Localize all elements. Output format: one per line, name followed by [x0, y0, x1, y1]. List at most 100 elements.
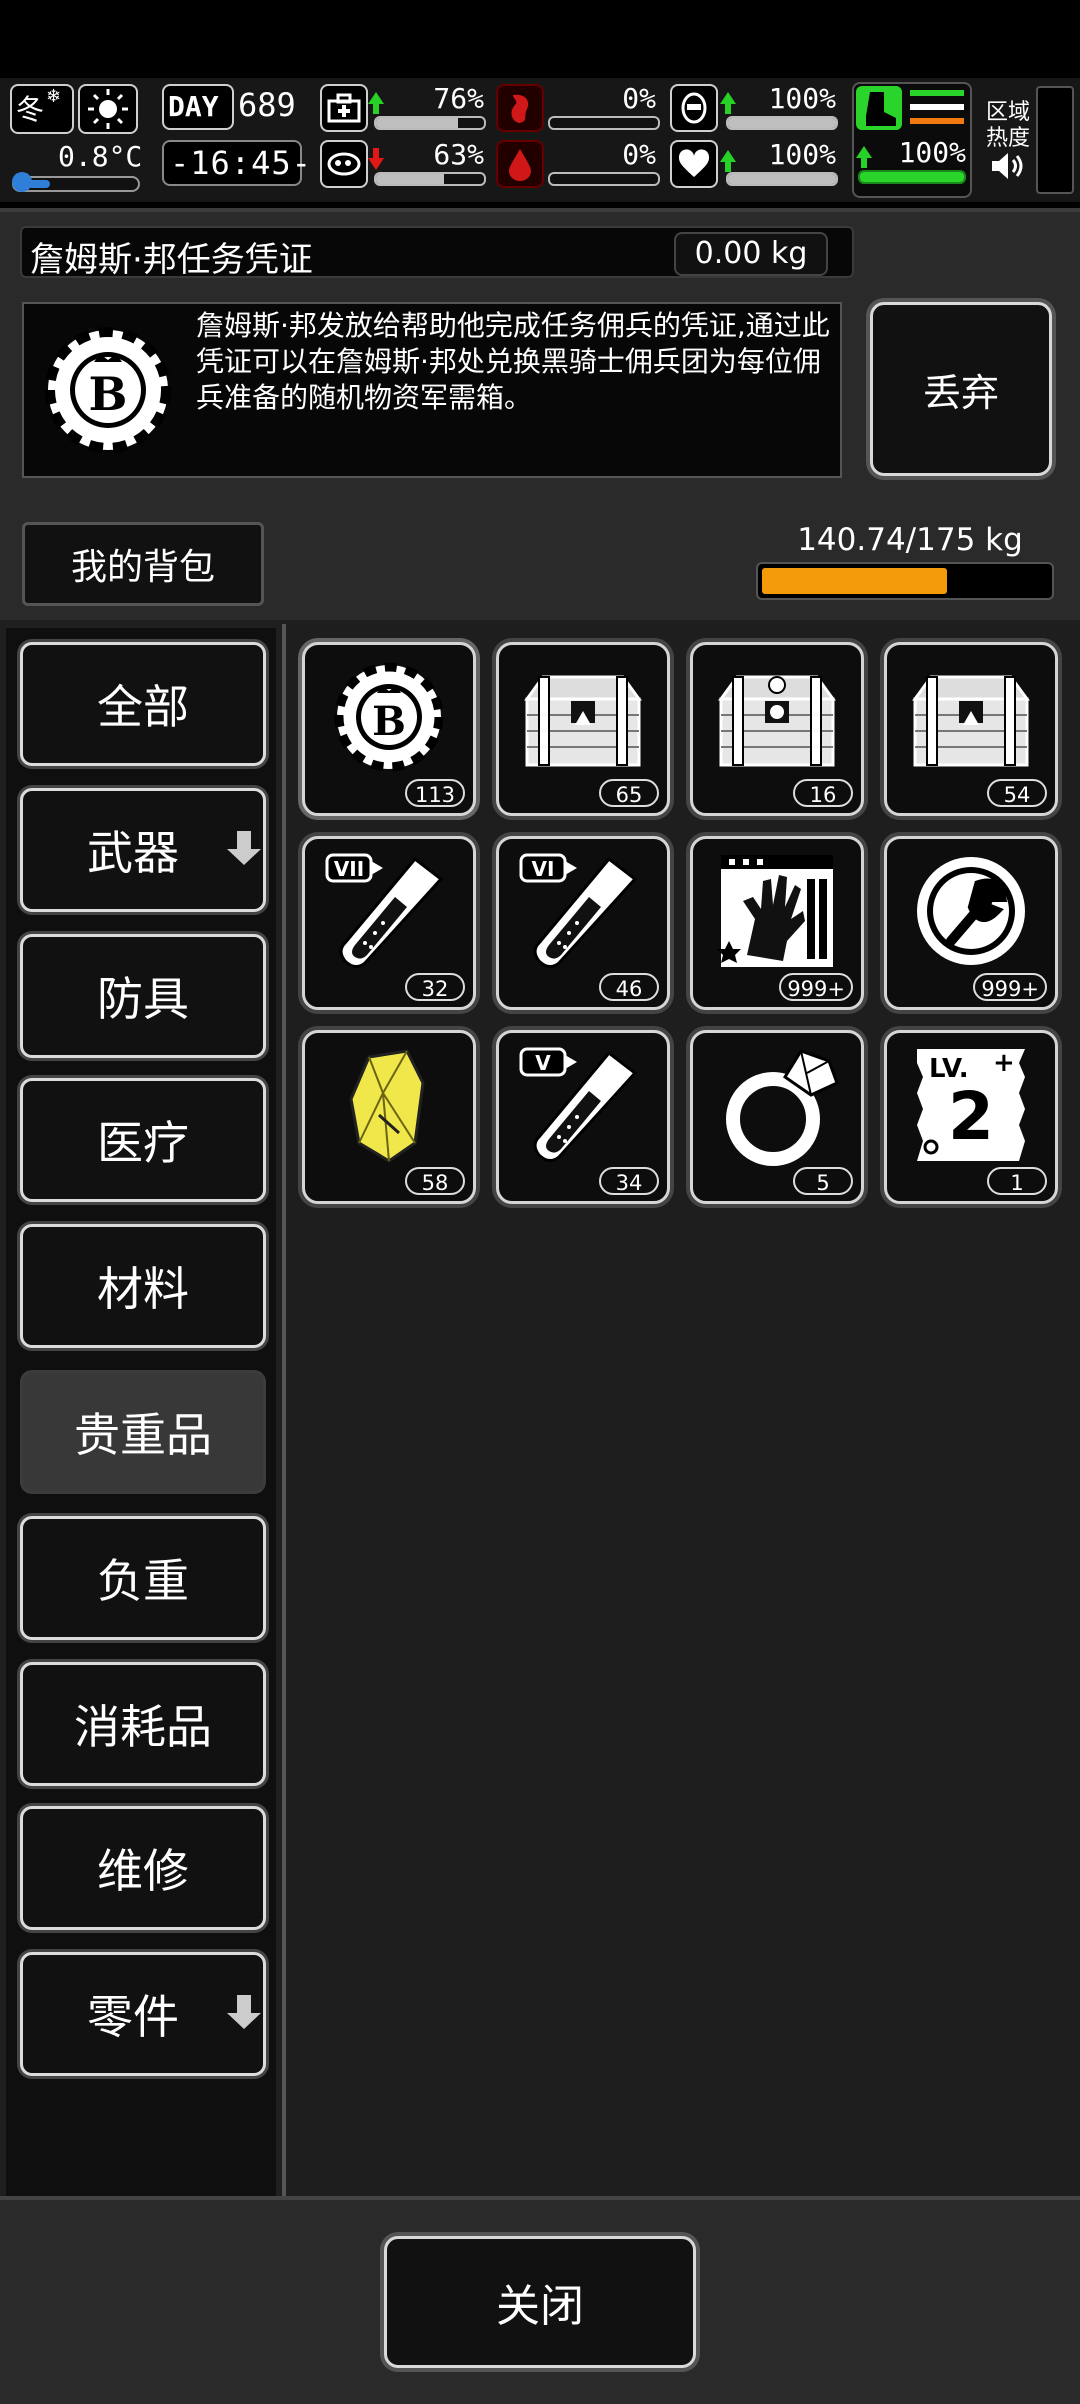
item-description: 詹姆斯·邦发放给帮助他完成任务佣兵的凭证,通过此凭证可以在詹姆斯·邦处兑换黑骑士… [196, 309, 830, 414]
bleed-percent: 0% [622, 138, 656, 171]
clock: -16:45- [170, 144, 312, 182]
mask-percent: 100% [768, 82, 836, 115]
category-label: 材料 [97, 1262, 189, 1316]
item-count-badge: 5 [793, 1167, 853, 1195]
svg-text:B: B [89, 367, 128, 421]
stomach-icon [320, 140, 368, 188]
item-count-badge: 46 [599, 973, 659, 1001]
season-box: 冬 ❄ [10, 84, 74, 134]
leg-bar [858, 170, 966, 184]
day-box: DAY [162, 84, 234, 130]
heart-up-arrow-icon [720, 150, 736, 172]
bleed-bar [548, 172, 660, 186]
category-tab-repair[interactable]: 维修 [20, 1806, 266, 1930]
backpack-load-bar [756, 562, 1054, 600]
category-label: 武器 [87, 826, 179, 880]
inventory-slot[interactable]: V 34 [496, 1030, 670, 1204]
category-tab-valuables[interactable]: 贵重品 [20, 1370, 266, 1494]
clock-box: -16:45- [162, 140, 311, 186]
category-label: 全部 [97, 680, 189, 734]
status-bar: 冬 ❄ 0.8°C DAY 689 -16:45- 76% 63% 0% 0% [0, 78, 1080, 202]
category-tab-medical[interactable]: 医疗 [20, 1078, 266, 1202]
close-button-label: 关闭 [496, 2281, 584, 2332]
inventory-slot[interactable]: 16 [690, 642, 864, 816]
category-label: 负重 [97, 1554, 189, 1608]
category-label: 贵重品 [74, 1408, 212, 1462]
bottom-bar: 关闭 [0, 2196, 1080, 2404]
stamina-down-arrow-icon [368, 148, 384, 170]
inventory-slot[interactable]: VI 46 [496, 836, 670, 1010]
close-button[interactable]: 关闭 [384, 2236, 696, 2368]
inventory-slot[interactable]: 5 [690, 1030, 864, 1204]
day-label: DAY [168, 90, 219, 123]
svg-text:2: 2 [948, 1078, 994, 1155]
leg-line-1 [910, 90, 964, 96]
category-sidebar: 全部武器防具医疗材料贵重品负重消耗品维修零件 [6, 628, 276, 2196]
blood-drop-icon [496, 140, 544, 188]
inventory-slot[interactable]: B 113 [302, 642, 476, 816]
inventory-slot[interactable]: 65 [496, 642, 670, 816]
sun-icon [88, 89, 128, 129]
weather-box [78, 84, 138, 134]
item-count-badge: 999+ [779, 973, 853, 1001]
down-arrow-icon [227, 1995, 261, 2029]
ring-icon [726, 1049, 839, 1166]
inventory-slot[interactable]: 999+ [884, 836, 1058, 1010]
wrench-token-icon [917, 857, 1025, 965]
backpack-header: 我的背包 140.74/175 kg [0, 504, 1080, 620]
supply-crate-i-icon [524, 675, 642, 767]
mask-bar [726, 116, 838, 130]
zombie-hand-poster-icon [717, 855, 833, 967]
category-tab-armor[interactable]: 防具 [20, 934, 266, 1058]
item-weight: 0.00 kg [674, 232, 828, 276]
category-tab-parts[interactable]: 零件 [20, 1952, 266, 2076]
svg-text:VI: VI [532, 857, 555, 881]
medkit-icon [320, 84, 368, 132]
inventory-slot[interactable]: 54 [884, 642, 1058, 816]
stamina-bar [374, 172, 486, 186]
inventory-slot[interactable]: LV. +2 1 [884, 1030, 1058, 1204]
leg-icon [856, 86, 902, 130]
discard-button[interactable]: 丢弃 [870, 302, 1052, 476]
category-label: 维修 [97, 1844, 189, 1898]
gold-crystal-icon [349, 1049, 425, 1163]
temperature: 0.8°C [58, 140, 143, 173]
hunger-percent: 0% [622, 82, 656, 115]
snow-icon: ❄ [46, 86, 62, 107]
item-count-badge: 32 [405, 973, 465, 1001]
temperature-gauge [12, 172, 140, 192]
inventory-slot[interactable]: VII 32 [302, 836, 476, 1010]
heat-gauge [1036, 86, 1074, 194]
category-tab-materials[interactable]: 材料 [20, 1224, 266, 1348]
svg-text:+: + [993, 1048, 1015, 1078]
leg-line-3 [910, 118, 964, 124]
leg-percent: 100% [898, 136, 966, 169]
health-up-arrow-icon [368, 92, 384, 114]
item-icon-box: B [22, 302, 194, 478]
supply-crate-s-icon [718, 675, 836, 767]
category-tab-all[interactable]: 全部 [20, 642, 266, 766]
svg-text:VII: VII [334, 857, 364, 881]
inventory-slot[interactable]: 58 [302, 1030, 476, 1204]
leg-status-box: 100% [852, 82, 972, 198]
backpack-label-box: 我的背包 [22, 522, 264, 606]
inventory-slot[interactable]: 999+ [690, 836, 864, 1010]
item-count-badge: 999+ [973, 973, 1047, 1001]
backpack-load-fill [762, 568, 947, 594]
item-name-row: 詹姆斯·邦任务凭证 0.00 kg [20, 226, 854, 280]
b-coin-icon: B [45, 327, 171, 453]
svg-text:V: V [535, 1051, 551, 1075]
test-tube-vi-icon: VI [519, 853, 638, 968]
b-coin-icon: B [334, 662, 444, 772]
mask-up-arrow-icon [720, 92, 736, 114]
svg-text:B: B [372, 698, 406, 745]
category-tab-weapons[interactable]: 武器 [20, 788, 266, 912]
category-label: 医疗 [97, 1116, 189, 1170]
category-tab-consumables[interactable]: 消耗品 [20, 1662, 266, 1786]
hunger-bar [548, 116, 660, 130]
category-tab-carry[interactable]: 负重 [20, 1516, 266, 1640]
speaker-icon[interactable] [990, 150, 1026, 182]
item-count-badge: 34 [599, 1167, 659, 1195]
day-value: 689 [238, 86, 296, 124]
health-percent: 76% [433, 82, 484, 115]
